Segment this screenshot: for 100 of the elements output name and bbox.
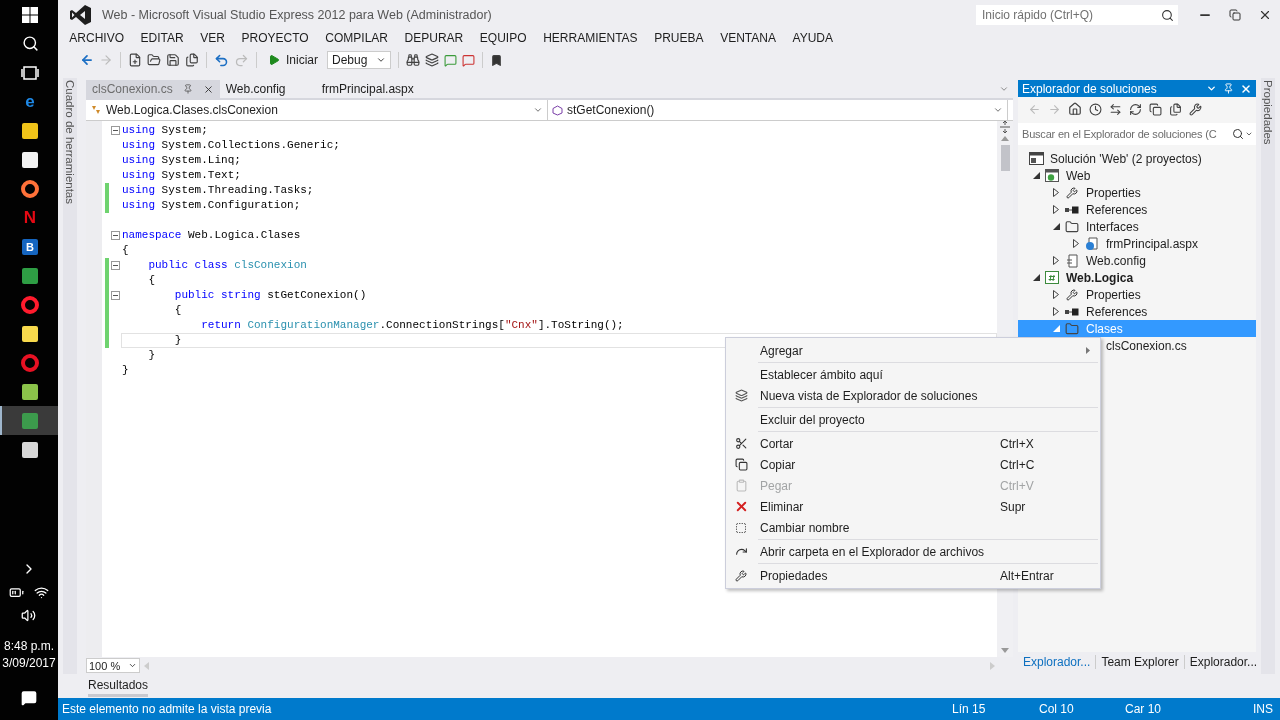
- menu-item[interactable]: Copiar Ctrl+C: [726, 454, 1100, 475]
- tree-item[interactable]: Properties: [1018, 184, 1256, 201]
- menu-item[interactable]: PROYECTO: [233, 31, 317, 45]
- code-line: {: [147, 274, 155, 287]
- menu-item[interactable]: DEPURAR: [396, 31, 472, 45]
- battery-icon[interactable]: [9, 585, 24, 600]
- sync-icon[interactable]: [1109, 102, 1122, 116]
- collapsed-arrow-icon[interactable]: [1053, 205, 1059, 214]
- expanded-arrow-icon[interactable]: [1032, 172, 1040, 179]
- menu-item[interactable]: Cortar Ctrl+X: [726, 433, 1100, 454]
- menu-item[interactable]: Agregar: [726, 340, 1100, 361]
- toolbox-tab[interactable]: Cuadro de herramientas: [63, 78, 77, 674]
- document-tab[interactable]: Web.config: [219, 80, 316, 98]
- tree-item[interactable]: Web.Logica: [1018, 269, 1256, 286]
- menu-item[interactable]: COMPILAR: [317, 31, 397, 45]
- volume-icon[interactable]: [21, 608, 37, 623]
- cut-icon: [734, 437, 748, 450]
- menu-item[interactable]: VENTANA: [711, 31, 785, 45]
- tree-item[interactable]: Web.config: [1018, 252, 1256, 269]
- collapsed-arrow-icon[interactable]: [1053, 307, 1059, 316]
- collapsed-arrow-icon[interactable]: [1073, 239, 1079, 248]
- refresh-icon[interactable]: [1129, 102, 1142, 116]
- undo-icon[interactable]: [214, 52, 229, 68]
- menu-item[interactable]: Excluir del proyecto: [726, 409, 1100, 430]
- configuration-dropdown[interactable]: Debug: [327, 51, 391, 69]
- tree-item[interactable]: References: [1018, 201, 1256, 218]
- menu-item[interactable]: EDITAR: [132, 31, 192, 45]
- document-tab[interactable]: clsConexion.cs: [86, 80, 220, 98]
- collapsed-arrow-icon[interactable]: [1053, 188, 1059, 197]
- tree-item[interactable]: Properties: [1018, 286, 1256, 303]
- save-all-icon[interactable]: [185, 53, 199, 67]
- panel-tab[interactable]: Explorador...: [1018, 655, 1097, 669]
- open-folder-icon[interactable]: [147, 53, 161, 67]
- menu-item[interactable]: AYUDA: [784, 31, 842, 45]
- expanded-arrow-icon[interactable]: [1032, 274, 1040, 281]
- pin-icon[interactable]: [182, 84, 193, 94]
- code-line: using System.Collections.Generic;: [122, 139, 340, 152]
- shortcut-text: Ctrl+V: [1000, 478, 1034, 493]
- folder-icon: [1065, 321, 1079, 336]
- close-icon[interactable]: [1258, 8, 1272, 22]
- tree-item[interactable]: References: [1018, 303, 1256, 320]
- paste-icon: [734, 479, 748, 492]
- code-line: namespace Web.Logica.Clases: [122, 229, 301, 242]
- type-dropdown[interactable]: Web.Logica.Clases.clsConexion: [86, 100, 548, 120]
- search-icon[interactable]: [1160, 8, 1174, 22]
- document-tab[interactable]: frmPrincipal.aspx: [315, 80, 420, 98]
- save-icon[interactable]: [166, 53, 180, 67]
- dropdown-icon[interactable]: [1206, 83, 1217, 94]
- collapse-icon[interactable]: [110, 261, 120, 270]
- collapsed-arrow-icon[interactable]: [1053, 256, 1059, 265]
- menu-item[interactable]: HERRAMIENTAS: [534, 31, 646, 45]
- tree-item[interactable]: Interfaces: [1018, 218, 1256, 235]
- show-all-files-icon[interactable]: [1169, 102, 1182, 116]
- zoom-dropdown[interactable]: 100 %: [86, 658, 140, 673]
- menu-item[interactable]: VER: [192, 31, 234, 45]
- window-title: Web - Microsoft Visual Studio Express 2012 para Web (Administrador): [102, 8, 492, 22]
- menu-item[interactable]: EQUIPO: [471, 31, 535, 45]
- menu-item[interactable]: Nueva vista de Explorador de soluciones: [726, 385, 1100, 406]
- caret-icon: [376, 55, 386, 65]
- menu-item[interactable]: Abrir carpeta en el Explorador de archivos: [726, 541, 1100, 562]
- line-number: Lín 15: [952, 702, 987, 716]
- menu-item[interactable]: PRUEBA: [645, 31, 712, 45]
- expanded-arrow-icon[interactable]: [1052, 223, 1060, 230]
- dropdown-icon[interactable]: [1245, 130, 1253, 138]
- pin-icon[interactable]: [1223, 83, 1234, 94]
- collapsed-arrow-icon[interactable]: [1053, 290, 1059, 299]
- restore-icon[interactable]: [1229, 9, 1241, 21]
- bookmark-icon[interactable]: [490, 53, 503, 67]
- search-icon[interactable]: [1232, 128, 1244, 140]
- quick-launch-field[interactable]: Inicio rápido (Ctrl+Q): [976, 5, 1156, 25]
- menu-item[interactable]: Establecer ámbito aquí: [726, 364, 1100, 385]
- wifi-icon[interactable]: [34, 585, 49, 600]
- home-icon[interactable]: [1068, 102, 1082, 116]
- collapse-icon[interactable]: [110, 291, 120, 300]
- find-icon[interactable]: [406, 53, 420, 67]
- settings-icon[interactable]: [1189, 102, 1202, 116]
- tree-item[interactable]: frmPrincipal.aspx: [1018, 235, 1256, 252]
- start-button[interactable]: Iniciar: [264, 53, 322, 67]
- clock-icon[interactable]: [1089, 102, 1102, 116]
- menu-item[interactable]: Cambiar nombre: [726, 517, 1100, 538]
- scrollbar-thumb[interactable]: [1000, 145, 1010, 171]
- caret-icon: [993, 105, 1003, 115]
- member-dropdown[interactable]: stGetConexion(): [548, 100, 1008, 120]
- config-file-icon: [1065, 253, 1079, 268]
- new-file-icon[interactable]: [128, 53, 142, 67]
- tree-item[interactable]: Solución 'Web' (2 proyectos): [1018, 150, 1256, 167]
- collapse-icon[interactable]: [110, 126, 120, 135]
- comment-icon[interactable]: [444, 53, 457, 67]
- menu-item[interactable]: Propiedades Alt+Entrar: [726, 565, 1100, 586]
- menu-item[interactable]: Eliminar Supr: [726, 496, 1100, 517]
- tree-item[interactable]: Web: [1018, 167, 1256, 184]
- panel-tab[interactable]: Team Explorer: [1096, 655, 1185, 669]
- back-icon[interactable]: [80, 53, 94, 67]
- split-icon[interactable]: [1000, 121, 1010, 136]
- search-field[interactable]: Buscar en el Explorador de soluciones (C: [1018, 123, 1232, 145]
- close-icon[interactable]: [202, 83, 214, 95]
- menu-item[interactable]: ARCHIVO: [61, 31, 133, 45]
- properties-tab[interactable]: Propiedades: [1261, 78, 1275, 674]
- notification-icon[interactable]: [21, 690, 37, 706]
- collapse-icon[interactable]: [110, 231, 120, 240]
